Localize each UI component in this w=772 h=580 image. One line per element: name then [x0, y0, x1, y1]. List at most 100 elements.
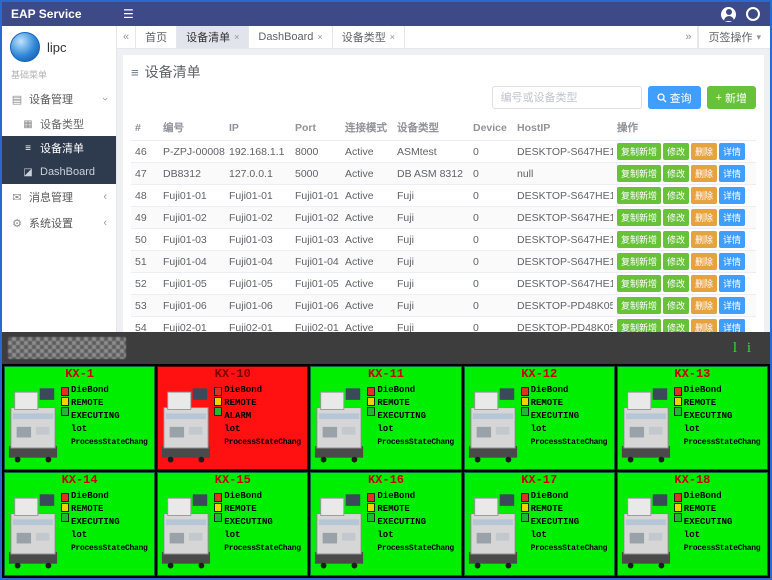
- equipment-card[interactable]: KX-1 DieBond REMOTE EXECUTIN: [4, 366, 155, 470]
- sidebar-item-message-management[interactable]: ✉ 消息管理 ‹: [2, 184, 116, 210]
- card-line-event: ProcessStateChang: [224, 436, 305, 449]
- equipment-card[interactable]: KX-13 DieBond REMOTE EXECUTI: [617, 366, 768, 470]
- equipment-card[interactable]: KX-14 DieBond REMOTE EXECUTI: [4, 472, 155, 576]
- row-edit-button[interactable]: 修改: [663, 275, 689, 292]
- cell-port: 8000: [291, 141, 341, 163]
- cell-type: Fuji: [393, 295, 469, 317]
- card-line-lot: lot: [71, 423, 152, 436]
- card-body: DieBond REMOTE EXECUTING lot ProcessStat…: [465, 488, 614, 575]
- row-detail-button[interactable]: 详情: [719, 319, 745, 332]
- row-delete-button[interactable]: 删除: [691, 165, 717, 182]
- signal-tower-icon: [367, 387, 375, 467]
- row-copy-button[interactable]: 复制新增: [617, 231, 661, 248]
- row-edit-button[interactable]: 修改: [663, 187, 689, 204]
- close-icon[interactable]: ×: [234, 32, 239, 42]
- cell-mode: Active: [341, 163, 393, 185]
- row-edit-button[interactable]: 修改: [663, 319, 689, 332]
- sidebar-toggle-icon[interactable]: ☰: [115, 7, 142, 21]
- card-title: KX-15: [158, 473, 307, 488]
- row-delete-button[interactable]: 删除: [691, 319, 717, 332]
- table-row[interactable]: 46 P-ZPJ-000080 192.168.1.1 8000 Active …: [131, 141, 756, 163]
- row-delete-button[interactable]: 删除: [691, 231, 717, 248]
- card-line-type: DieBond: [531, 384, 612, 397]
- tab-device-list[interactable]: 设备清单 ×: [177, 26, 249, 48]
- sidebar-item-device-type[interactable]: ▦ 设备类型: [2, 112, 116, 136]
- power-icon[interactable]: [746, 7, 760, 21]
- tab-dashboard[interactable]: DashBoard ×: [249, 26, 332, 48]
- equipment-card[interactable]: KX-18 DieBond REMOTE EXECUTI: [617, 472, 768, 576]
- row-detail-button[interactable]: 详情: [719, 297, 745, 314]
- row-copy-button[interactable]: 复制新增: [617, 143, 661, 160]
- row-detail-button[interactable]: 详情: [719, 231, 745, 248]
- card-title: KX-17: [465, 473, 614, 488]
- row-copy-button[interactable]: 复制新增: [617, 297, 661, 314]
- close-icon[interactable]: ×: [390, 32, 395, 42]
- search-input[interactable]: [492, 86, 642, 109]
- row-copy-button[interactable]: 复制新增: [617, 275, 661, 292]
- row-edit-button[interactable]: 修改: [663, 231, 689, 248]
- sidebar-item-device-management[interactable]: ▤ 设备管理 ›: [2, 86, 116, 112]
- table-row[interactable]: 54 Fuji02-01 Fuji02-01 Fuji02-01 Active …: [131, 317, 756, 333]
- card-line-type: DieBond: [224, 384, 305, 397]
- row-delete-button[interactable]: 删除: [691, 297, 717, 314]
- row-copy-button[interactable]: 复制新增: [617, 319, 661, 332]
- cell-port: Fuji01-04: [291, 251, 341, 273]
- tab-device-type[interactable]: 设备类型 ×: [333, 26, 405, 48]
- table-row[interactable]: 50 Fuji01-03 Fuji01-03 Fuji01-03 Active …: [131, 229, 756, 251]
- row-detail-button[interactable]: 详情: [719, 275, 745, 292]
- row-delete-button[interactable]: 删除: [691, 187, 717, 204]
- close-icon[interactable]: ×: [317, 32, 322, 42]
- equipment-card[interactable]: KX-16 DieBond REMOTE EXECUTI: [310, 472, 461, 576]
- user-avatar-icon[interactable]: [721, 7, 736, 22]
- cell-type: Fuji: [393, 273, 469, 295]
- table-row[interactable]: 48 Fuji01-01 Fuji01-01 Fuji01-01 Active …: [131, 185, 756, 207]
- card-line-lot: lot: [224, 529, 305, 542]
- signal-tower-icon: [61, 387, 69, 467]
- table-row[interactable]: 53 Fuji01-06 Fuji01-06 Fuji01-06 Active …: [131, 295, 756, 317]
- tabs-scroll-right-button[interactable]: »: [679, 26, 698, 48]
- cell-port: Fuji01-06: [291, 295, 341, 317]
- row-detail-button[interactable]: 详情: [719, 143, 745, 160]
- row-edit-button[interactable]: 修改: [663, 209, 689, 226]
- table-row[interactable]: 47 DB8312 127.0.0.1 5000 Active DB ASM 8…: [131, 163, 756, 185]
- add-button[interactable]: + 新增: [707, 86, 756, 109]
- sidebar-item-system-settings[interactable]: ⚙ 系统设置 ‹: [2, 210, 116, 236]
- row-delete-button[interactable]: 删除: [691, 275, 717, 292]
- equipment-card[interactable]: KX-17 DieBond REMOTE EXECUTI: [464, 472, 615, 576]
- table-row[interactable]: 49 Fuji01-02 Fuji01-02 Fuji01-02 Active …: [131, 207, 756, 229]
- signal-red: [521, 493, 529, 502]
- tabs-scroll-left-button[interactable]: «: [117, 26, 136, 48]
- row-delete-button[interactable]: 删除: [691, 253, 717, 270]
- row-detail-button[interactable]: 详情: [719, 253, 745, 270]
- table-row[interactable]: 52 Fuji01-05 Fuji01-05 Fuji01-05 Active …: [131, 273, 756, 295]
- row-copy-button[interactable]: 复制新增: [617, 187, 661, 204]
- sidebar-item-device-list[interactable]: ≡ 设备清单: [2, 136, 116, 160]
- row-edit-button[interactable]: 修改: [663, 165, 689, 182]
- row-copy-button[interactable]: 复制新增: [617, 253, 661, 270]
- tab-label: 设备类型: [342, 29, 386, 45]
- equipment-card[interactable]: KX-11 DieBond REMOTE EXECUTI: [310, 366, 461, 470]
- equipment-card[interactable]: KX-12 DieBond REMOTE EXECUTI: [464, 366, 615, 470]
- row-detail-button[interactable]: 详情: [719, 187, 745, 204]
- signal-yellow: [367, 397, 375, 406]
- equipment-card[interactable]: KX-10 DieBond REMOTE ALARM: [157, 366, 308, 470]
- row-detail-button[interactable]: 详情: [719, 209, 745, 226]
- tab-home[interactable]: 首页: [136, 26, 177, 48]
- row-delete-button[interactable]: 删除: [691, 209, 717, 226]
- table-row[interactable]: 51 Fuji01-04 Fuji01-04 Fuji01-04 Active …: [131, 251, 756, 273]
- card-body: DieBond REMOTE EXECUTING lot ProcessStat…: [311, 488, 460, 575]
- row-copy-button[interactable]: 复制新增: [617, 209, 661, 226]
- cell-mode: Active: [341, 295, 393, 317]
- row-delete-button[interactable]: 删除: [691, 143, 717, 160]
- tab-actions-dropdown[interactable]: 页签操作 ▾: [698, 26, 770, 48]
- search-button[interactable]: 查询: [648, 86, 701, 109]
- row-edit-button[interactable]: 修改: [663, 143, 689, 160]
- row-edit-button[interactable]: 修改: [663, 297, 689, 314]
- row-detail-button[interactable]: 详情: [719, 165, 745, 182]
- equipment-card[interactable]: KX-15 DieBond REMOTE EXECUTI: [157, 472, 308, 576]
- sidebar-item-dashboard[interactable]: ◪ DashBoard: [2, 160, 116, 184]
- cell-index: 50: [131, 229, 159, 251]
- menu-label: 设备管理: [29, 91, 73, 107]
- row-copy-button[interactable]: 复制新增: [617, 165, 661, 182]
- row-edit-button[interactable]: 修改: [663, 253, 689, 270]
